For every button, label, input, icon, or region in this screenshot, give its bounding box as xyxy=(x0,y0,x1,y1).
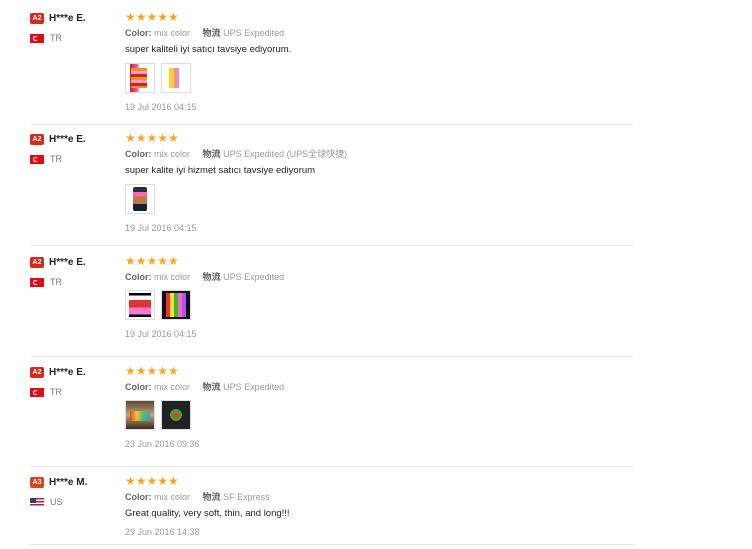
reviewer-name: H***e M. xyxy=(49,477,88,489)
country-flag-icon xyxy=(30,278,44,288)
hair-extension-photo-3[interactable] xyxy=(125,290,155,320)
country-flag-icon xyxy=(30,155,44,165)
country-code: TR xyxy=(50,387,62,397)
hair-extension-photo-1[interactable] xyxy=(125,63,155,93)
reviewer-info: A2 H***e E. TR xyxy=(30,131,120,165)
star-rating: ★★★★★ xyxy=(125,254,179,268)
buyer-level-badge: A2 xyxy=(30,257,44,269)
reviewer-country: TR xyxy=(30,154,120,165)
color-value: mix color xyxy=(154,149,191,159)
review-content: ★★★★★ Color: mix color 物流 UPS Expedited … xyxy=(125,10,625,113)
buyer-level-badge: A3 xyxy=(30,477,44,489)
logistics-value: SF Express xyxy=(223,492,270,502)
review-date: 23 Jun 2016 09:36 xyxy=(125,439,200,449)
logistics-label: 物流 xyxy=(202,28,221,38)
review-item: A2 H***e E. TR ★★★★★ Color: mix color 物流 … xyxy=(30,131,634,246)
buyer-level-badge: A2 xyxy=(30,134,44,146)
review-images xyxy=(125,400,625,432)
hair-extension-photo-4[interactable] xyxy=(161,290,191,320)
color-label: Color: xyxy=(125,382,152,392)
review-text: super kaliteli iyi satıcı tavsiye ediyor… xyxy=(125,44,292,55)
review-content: ★★★★★ Color: mix color 物流 SF Express Gre… xyxy=(125,474,625,538)
reviewer-name: H***e E. xyxy=(49,134,86,146)
country-code: US xyxy=(50,497,63,507)
country-flag-icon xyxy=(30,498,44,508)
review-text: Great quality, very soft, thin, and long… xyxy=(125,508,290,519)
review-images xyxy=(125,290,625,322)
country-code: TR xyxy=(50,277,62,287)
reviewer-name: H***e E. xyxy=(49,367,86,379)
review-item: A2 H***e E. TR ★★★★★ Color: mix color 物流 … xyxy=(30,254,634,357)
country-flag-icon xyxy=(30,388,44,398)
country-code: TR xyxy=(50,154,62,164)
buyer-level-badge: A2 xyxy=(30,13,44,25)
buyer-level-badge: A2 xyxy=(30,367,44,379)
reviewer-country: TR xyxy=(30,277,120,288)
review-item: A3 H***e M. US ★★★★★ Color: mix color 物流 … xyxy=(30,474,634,545)
star-rating: ★★★★★ xyxy=(125,131,179,145)
customer-photo-2[interactable] xyxy=(161,400,191,430)
logistics-value: UPS Expedited xyxy=(223,28,285,38)
logistics-label: 物流 xyxy=(202,492,221,502)
color-value: mix color xyxy=(154,272,191,282)
review-content: ★★★★★ Color: mix color 物流 UPS Expedited … xyxy=(125,131,625,234)
logistics-label: 物流 xyxy=(202,272,221,282)
color-label: Color: xyxy=(125,28,152,38)
country-flag-icon xyxy=(30,34,44,44)
review-content: ★★★★★ Color: mix color 物流 UPS Expedited … xyxy=(125,364,625,450)
review-content: ★★★★★ Color: mix color 物流 UPS Expedited … xyxy=(125,254,625,340)
review-images xyxy=(125,63,625,95)
review-date: 29 Jun 2016 14:38 xyxy=(125,527,200,537)
review-text: super kalite iyi hizmet satıcı tavsiye e… xyxy=(125,165,316,176)
order-info: Color: mix color 物流 UPS Expedited xyxy=(125,27,625,39)
star-rating: ★★★★★ xyxy=(125,10,179,24)
review-item: A2 H***e E. TR ★★★★★ Color: mix color 物流 … xyxy=(30,10,634,125)
review-images xyxy=(125,184,625,216)
reviewer-country: US xyxy=(30,497,120,508)
reviewer-country: TR xyxy=(30,33,120,44)
star-rating: ★★★★★ xyxy=(125,364,179,378)
reviewer-name: H***e E. xyxy=(49,257,86,269)
review-date: 19 Jul 2016 04:15 xyxy=(125,102,197,112)
order-info: Color: mix color 物流 SF Express xyxy=(125,491,625,503)
logistics-value: UPS Expedited xyxy=(223,382,285,392)
logistics-label: 物流 xyxy=(202,149,221,159)
order-info: Color: mix color 物流 UPS Expedited (UPS全球… xyxy=(125,148,625,160)
reviewer-name: H***e E. xyxy=(49,13,86,25)
reviewer-info: A2 H***e E. TR xyxy=(30,364,120,398)
reviewer-info: A3 H***e M. US xyxy=(30,474,120,508)
color-value: mix color xyxy=(154,28,191,38)
color-value: mix color xyxy=(154,492,191,502)
color-label: Color: xyxy=(125,492,152,502)
logistics-value: UPS Expedited (UPS全球快捷) xyxy=(223,149,348,159)
customer-photo-1[interactable] xyxy=(125,400,155,430)
reviewer-info: A2 H***e E. TR xyxy=(30,10,120,44)
reviewer-country: TR xyxy=(30,387,120,398)
logistics-label: 物流 xyxy=(202,382,221,392)
hair-extension-photo-2[interactable] xyxy=(161,63,191,93)
logistics-value: UPS Expedited xyxy=(223,272,285,282)
color-label: Color: xyxy=(125,149,152,159)
country-code: TR xyxy=(50,33,62,43)
color-label: Color: xyxy=(125,272,152,282)
order-info: Color: mix color 物流 UPS Expedited xyxy=(125,271,625,283)
review-date: 19 Jul 2016 04:15 xyxy=(125,329,197,339)
phone-photo[interactable] xyxy=(125,184,155,214)
review-item: A2 H***e E. TR ★★★★★ Color: mix color 物流 … xyxy=(30,364,634,467)
reviewer-info: A2 H***e E. TR xyxy=(30,254,120,288)
color-value: mix color xyxy=(154,382,191,392)
review-date: 19 Jul 2016 04:15 xyxy=(125,223,197,233)
star-rating: ★★★★★ xyxy=(125,474,179,488)
order-info: Color: mix color 物流 UPS Expedited xyxy=(125,381,625,393)
